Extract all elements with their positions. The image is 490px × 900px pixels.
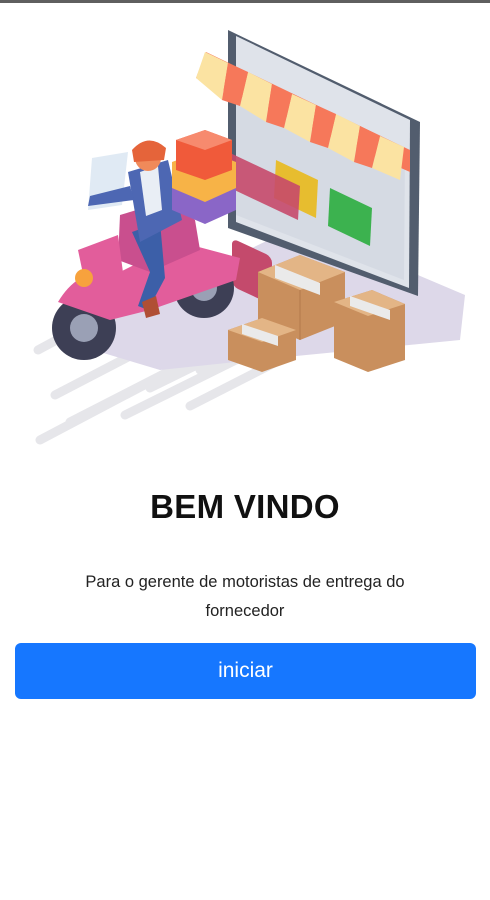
status-bar-edge <box>0 0 490 3</box>
welcome-subtitle: Para o gerente de motoristas de entrega … <box>85 573 405 620</box>
start-button[interactable]: iniciar <box>15 643 476 699</box>
welcome-title: BEM VINDO <box>150 488 340 525</box>
scooter-cargo <box>172 130 236 224</box>
hero-illustration <box>33 30 465 445</box>
